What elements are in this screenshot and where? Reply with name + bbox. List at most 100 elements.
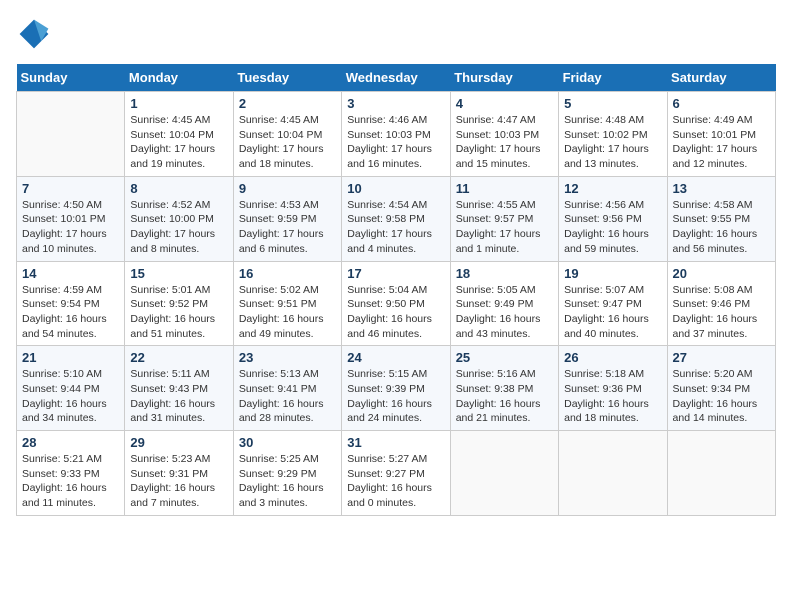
day-info: Sunrise: 5:11 AMSunset: 9:43 PMDaylight:… bbox=[130, 367, 227, 426]
day-info: Sunrise: 5:05 AMSunset: 9:49 PMDaylight:… bbox=[456, 283, 553, 342]
day-info: Sunrise: 4:59 AMSunset: 9:54 PMDaylight:… bbox=[22, 283, 119, 342]
column-header-wednesday: Wednesday bbox=[342, 64, 450, 92]
calendar-cell: 8Sunrise: 4:52 AMSunset: 10:00 PMDayligh… bbox=[125, 176, 233, 261]
column-header-saturday: Saturday bbox=[667, 64, 775, 92]
column-header-thursday: Thursday bbox=[450, 64, 558, 92]
calendar-cell: 9Sunrise: 4:53 AMSunset: 9:59 PMDaylight… bbox=[233, 176, 341, 261]
calendar-cell: 13 Sunrise: 4:58 AMSunset: 9:55 PMDayligh… bbox=[667, 176, 775, 261]
day-info: Sunrise: 4:45 AMSunset: 10:04 PMDaylight… bbox=[130, 113, 227, 172]
day-info: Sunrise: 5:21 AMSunset: 9:33 PMDaylight:… bbox=[22, 452, 119, 511]
day-number: 25 bbox=[456, 350, 553, 365]
header bbox=[16, 16, 776, 52]
day-info: Sunrise: 4:45 AMSunset: 10:04 PMDaylight… bbox=[239, 113, 336, 172]
calendar-cell: 18 Sunrise: 5:05 AMSunset: 9:49 PMDayligh… bbox=[450, 261, 558, 346]
calendar-header-row: SundayMondayTuesdayWednesdayThursdayFrid… bbox=[17, 64, 776, 92]
calendar-cell: 24 Sunrise: 5:15 AMSunset: 9:39 PMDayligh… bbox=[342, 346, 450, 431]
calendar-cell: 10Sunrise: 4:54 AMSunset: 9:58 PMDayligh… bbox=[342, 176, 450, 261]
calendar-cell: 28 Sunrise: 5:21 AMSunset: 9:33 PMDayligh… bbox=[17, 431, 125, 516]
day-number: 17 bbox=[347, 266, 444, 281]
calendar-cell: 20 Sunrise: 5:08 AMSunset: 9:46 PMDayligh… bbox=[667, 261, 775, 346]
day-number: 8 bbox=[130, 181, 227, 196]
day-number: 24 bbox=[347, 350, 444, 365]
day-number: 28 bbox=[22, 435, 119, 450]
day-number: 9 bbox=[239, 181, 336, 196]
calendar-cell bbox=[559, 431, 667, 516]
column-header-tuesday: Tuesday bbox=[233, 64, 341, 92]
day-info: Sunrise: 4:56 AMSunset: 9:56 PMDaylight:… bbox=[564, 198, 661, 257]
day-number: 19 bbox=[564, 266, 661, 281]
day-number: 3 bbox=[347, 96, 444, 111]
calendar-cell bbox=[667, 431, 775, 516]
day-info: Sunrise: 5:27 AMSunset: 9:27 PMDaylight:… bbox=[347, 452, 444, 511]
calendar-cell: 7 Sunrise: 4:50 AMSunset: 10:01 PMDayligh… bbox=[17, 176, 125, 261]
day-info: Sunrise: 5:23 AMSunset: 9:31 PMDaylight:… bbox=[130, 452, 227, 511]
calendar-cell: 26 Sunrise: 5:18 AMSunset: 9:36 PMDayligh… bbox=[559, 346, 667, 431]
calendar-cell: 30 Sunrise: 5:25 AMSunset: 9:29 PMDayligh… bbox=[233, 431, 341, 516]
day-number: 26 bbox=[564, 350, 661, 365]
calendar-cell: 3 Sunrise: 4:46 AMSunset: 10:03 PMDayligh… bbox=[342, 92, 450, 177]
calendar-cell: 25 Sunrise: 5:16 AMSunset: 9:38 PMDayligh… bbox=[450, 346, 558, 431]
day-info: Sunrise: 5:10 AMSunset: 9:44 PMDaylight:… bbox=[22, 367, 119, 426]
calendar-cell: 1Sunrise: 4:45 AMSunset: 10:04 PMDayligh… bbox=[125, 92, 233, 177]
calendar-cell: 23Sunrise: 5:13 AMSunset: 9:41 PMDayligh… bbox=[233, 346, 341, 431]
calendar-cell: 5 Sunrise: 4:48 AMSunset: 10:02 PMDayligh… bbox=[559, 92, 667, 177]
calendar-cell: 6 Sunrise: 4:49 AMSunset: 10:01 PMDayligh… bbox=[667, 92, 775, 177]
calendar-cell: 2 Sunrise: 4:45 AMSunset: 10:04 PMDayligh… bbox=[233, 92, 341, 177]
day-number: 13 bbox=[673, 181, 770, 196]
day-number: 16 bbox=[239, 266, 336, 281]
calendar-cell: 12 Sunrise: 4:56 AMSunset: 9:56 PMDayligh… bbox=[559, 176, 667, 261]
column-header-sunday: Sunday bbox=[17, 64, 125, 92]
day-info: Sunrise: 4:54 AMSunset: 9:58 PMDaylight:… bbox=[347, 198, 444, 257]
calendar-cell: 17Sunrise: 5:04 AMSunset: 9:50 PMDayligh… bbox=[342, 261, 450, 346]
calendar-cell: 11 Sunrise: 4:55 AMSunset: 9:57 PMDayligh… bbox=[450, 176, 558, 261]
day-number: 14 bbox=[22, 266, 119, 281]
day-info: Sunrise: 4:47 AMSunset: 10:03 PMDaylight… bbox=[456, 113, 553, 172]
calendar-cell bbox=[450, 431, 558, 516]
calendar-cell: 29Sunrise: 5:23 AMSunset: 9:31 PMDayligh… bbox=[125, 431, 233, 516]
column-header-monday: Monday bbox=[125, 64, 233, 92]
day-info: Sunrise: 5:25 AMSunset: 9:29 PMDaylight:… bbox=[239, 452, 336, 511]
calendar-cell: 4Sunrise: 4:47 AMSunset: 10:03 PMDayligh… bbox=[450, 92, 558, 177]
day-number: 23 bbox=[239, 350, 336, 365]
day-info: Sunrise: 5:18 AMSunset: 9:36 PMDaylight:… bbox=[564, 367, 661, 426]
day-number: 5 bbox=[564, 96, 661, 111]
calendar-cell: 15Sunrise: 5:01 AMSunset: 9:52 PMDayligh… bbox=[125, 261, 233, 346]
logo-icon bbox=[16, 16, 52, 52]
logo bbox=[16, 16, 56, 52]
day-info: Sunrise: 4:46 AMSunset: 10:03 PMDaylight… bbox=[347, 113, 444, 172]
day-info: Sunrise: 4:49 AMSunset: 10:01 PMDaylight… bbox=[673, 113, 770, 172]
week-row-2: 7 Sunrise: 4:50 AMSunset: 10:01 PMDayligh… bbox=[17, 176, 776, 261]
day-number: 27 bbox=[673, 350, 770, 365]
calendar-cell: 21 Sunrise: 5:10 AMSunset: 9:44 PMDayligh… bbox=[17, 346, 125, 431]
calendar-cell: 19Sunrise: 5:07 AMSunset: 9:47 PMDayligh… bbox=[559, 261, 667, 346]
day-info: Sunrise: 5:20 AMSunset: 9:34 PMDaylight:… bbox=[673, 367, 770, 426]
day-number: 2 bbox=[239, 96, 336, 111]
day-info: Sunrise: 5:16 AMSunset: 9:38 PMDaylight:… bbox=[456, 367, 553, 426]
day-info: Sunrise: 4:50 AMSunset: 10:01 PMDaylight… bbox=[22, 198, 119, 257]
day-info: Sunrise: 4:55 AMSunset: 9:57 PMDaylight:… bbox=[456, 198, 553, 257]
day-number: 11 bbox=[456, 181, 553, 196]
column-header-friday: Friday bbox=[559, 64, 667, 92]
week-row-3: 14 Sunrise: 4:59 AMSunset: 9:54 PMDayligh… bbox=[17, 261, 776, 346]
day-info: Sunrise: 4:48 AMSunset: 10:02 PMDaylight… bbox=[564, 113, 661, 172]
week-row-4: 21 Sunrise: 5:10 AMSunset: 9:44 PMDayligh… bbox=[17, 346, 776, 431]
day-number: 18 bbox=[456, 266, 553, 281]
day-number: 20 bbox=[673, 266, 770, 281]
day-info: Sunrise: 5:15 AMSunset: 9:39 PMDaylight:… bbox=[347, 367, 444, 426]
day-number: 31 bbox=[347, 435, 444, 450]
day-number: 21 bbox=[22, 350, 119, 365]
day-number: 7 bbox=[22, 181, 119, 196]
calendar-cell: 14 Sunrise: 4:59 AMSunset: 9:54 PMDayligh… bbox=[17, 261, 125, 346]
day-number: 30 bbox=[239, 435, 336, 450]
week-row-5: 28 Sunrise: 5:21 AMSunset: 9:33 PMDayligh… bbox=[17, 431, 776, 516]
calendar-table: SundayMondayTuesdayWednesdayThursdayFrid… bbox=[16, 64, 776, 516]
week-row-1: 1Sunrise: 4:45 AMSunset: 10:04 PMDayligh… bbox=[17, 92, 776, 177]
calendar-cell: 16 Sunrise: 5:02 AMSunset: 9:51 PMDayligh… bbox=[233, 261, 341, 346]
day-number: 12 bbox=[564, 181, 661, 196]
calendar-cell: 31 Sunrise: 5:27 AMSunset: 9:27 PMDayligh… bbox=[342, 431, 450, 516]
day-info: Sunrise: 4:58 AMSunset: 9:55 PMDaylight:… bbox=[673, 198, 770, 257]
day-info: Sunrise: 5:08 AMSunset: 9:46 PMDaylight:… bbox=[673, 283, 770, 342]
day-number: 6 bbox=[673, 96, 770, 111]
calendar-cell bbox=[17, 92, 125, 177]
day-info: Sunrise: 5:02 AMSunset: 9:51 PMDaylight:… bbox=[239, 283, 336, 342]
